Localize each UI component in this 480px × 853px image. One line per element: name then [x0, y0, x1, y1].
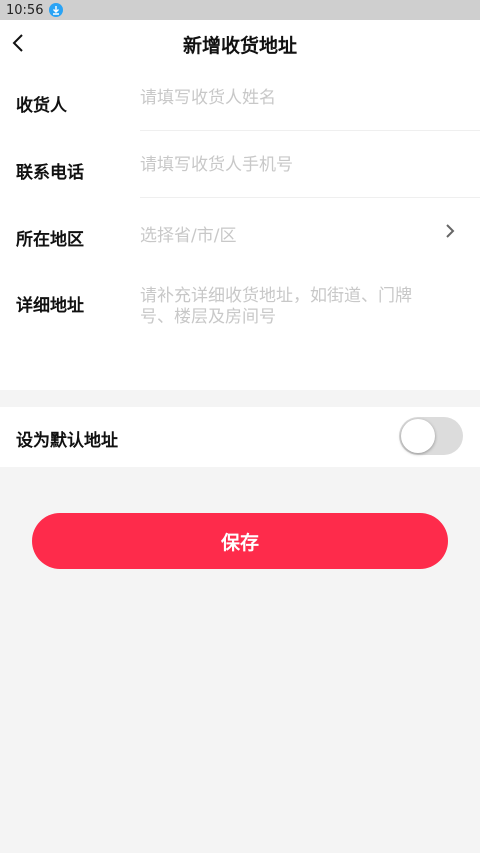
recipient-input[interactable] [140, 86, 440, 110]
default-address-toggle[interactable] [399, 417, 463, 455]
toggle-knob [401, 419, 435, 453]
region-selector[interactable]: 选择省/市/区 [140, 221, 236, 246]
chevron-right-icon[interactable] [444, 222, 456, 240]
top-bar: 新增收货地址 [0, 20, 480, 66]
address-form: 收货人 联系电话 所在地区 选择省/市/区 详细地址 请补充详细收货地址，如街道… [0, 66, 480, 390]
default-address-label: 设为默认地址 [16, 431, 118, 451]
phone-label: 联系电话 [16, 163, 84, 183]
page-title: 新增收货地址 [182, 35, 297, 57]
detail-textarea[interactable]: 请补充详细收货地址，如街道、门牌号、楼层及房间号 [140, 286, 430, 346]
phone-input[interactable] [140, 153, 440, 177]
download-icon [49, 3, 64, 17]
default-address-row: 设为默认地址 [0, 407, 480, 467]
save-button[interactable]: 保存 [32, 513, 448, 569]
recipient-label: 收货人 [16, 96, 67, 116]
divider [140, 130, 480, 131]
status-bar: 10:56 [0, 0, 480, 20]
region-label: 所在地区 [16, 230, 84, 250]
detail-label: 详细地址 [16, 296, 84, 316]
divider [140, 197, 480, 198]
status-time: 10:56 [6, 2, 44, 18]
